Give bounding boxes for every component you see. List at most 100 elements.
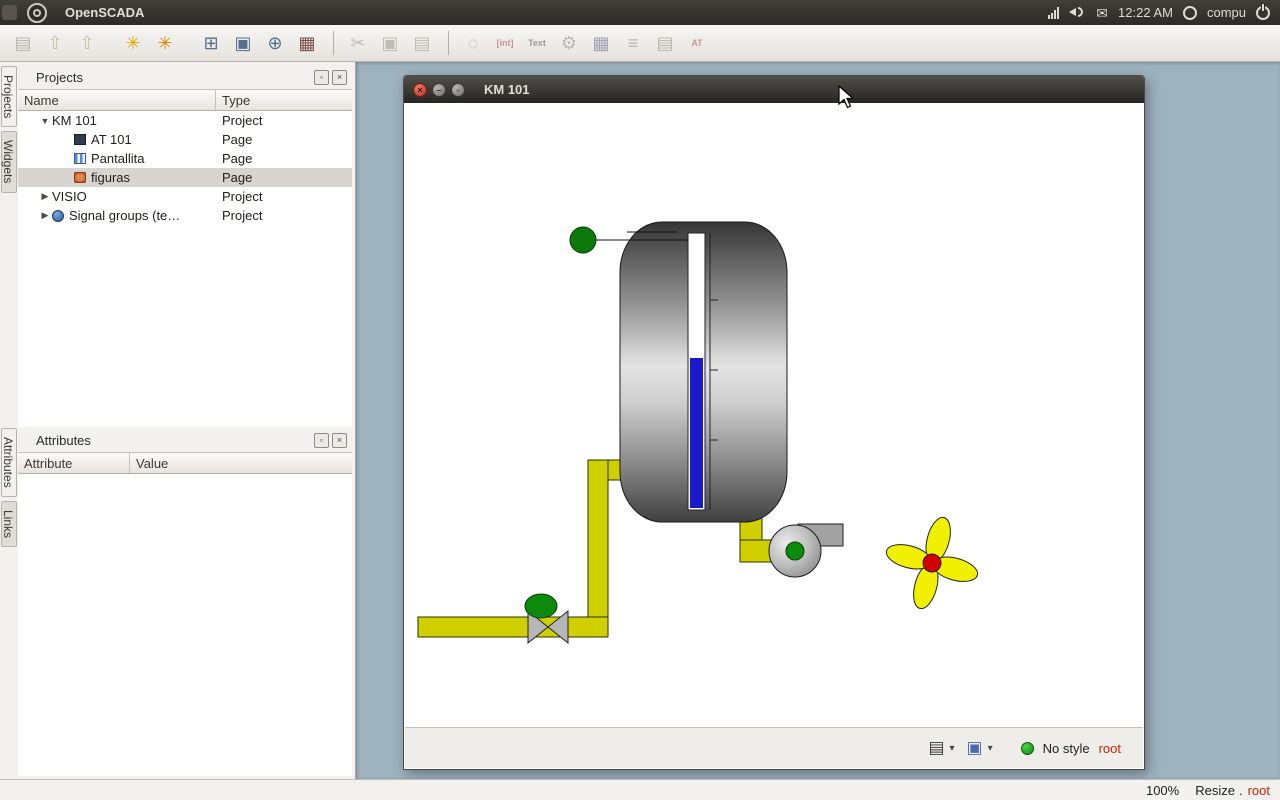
dock-area: Projects Widgets Attributes Links Projects…	[0, 62, 356, 779]
tree-row[interactable]: AT 101 Page	[18, 130, 352, 149]
zoom-level: 100%	[1146, 783, 1179, 798]
attributes-panel-title: Attributes	[36, 433, 311, 448]
paste-button[interactable]: ▤	[407, 29, 437, 57]
tree-row[interactable]: PantallitaPage	[18, 149, 352, 168]
toolbar-separator	[333, 31, 334, 55]
child-window[interactable]: × – ▫ KM 101	[403, 75, 1145, 770]
float-panel-button[interactable]: ▫	[314, 70, 329, 85]
mail-icon[interactable]: ✉	[1096, 6, 1108, 20]
expander-closed-icon[interactable]: ▶	[38, 191, 52, 202]
logo-ring	[33, 9, 41, 17]
dock-tabs-bottom: Attributes Links	[1, 428, 17, 551]
at-values-widget-button[interactable]: AT	[682, 29, 712, 57]
copy-button[interactable]: ▣	[375, 29, 405, 57]
form-element-button[interactable]: [int]	[490, 29, 520, 57]
float-panel-button[interactable]: ▫	[314, 433, 329, 448]
print-dropdown-caret[interactable]: ▾	[950, 743, 955, 754]
attributes-table-header: Attribute Value	[18, 452, 352, 474]
tree-item-type: Page	[216, 151, 252, 166]
close-panel-button[interactable]: ×	[332, 70, 347, 85]
dock-tab-projects[interactable]: Projects	[1, 66, 17, 127]
topbar-left: OpenSCADA	[0, 0, 144, 25]
fan[interactable]	[874, 505, 989, 620]
scada-canvas[interactable]	[405, 103, 1143, 727]
fan-hub	[923, 554, 941, 572]
attributes-table-body	[18, 474, 352, 776]
diagram-widget-button[interactable]: ▦	[586, 29, 616, 57]
run-project-button[interactable]: ✳	[150, 29, 180, 57]
projects-table-header: Name Type	[18, 89, 352, 111]
style-dropdown-caret[interactable]: ▾	[988, 743, 993, 754]
expander-open-icon[interactable]: ▼	[38, 116, 52, 126]
print-button[interactable]: ▤	[8, 29, 38, 57]
toolbar-icons: ▤⇧⇧✳✳⊞▣⊕▦✂▣▤◌[int]Text⚙▦≡▤AT	[0, 25, 1280, 61]
tree-item-label: AT 101	[91, 132, 132, 147]
tree-row[interactable]: ▶VISIO Project	[18, 187, 352, 206]
tree-row[interactable]: figurasPage	[18, 168, 352, 187]
network-signal-icon[interactable]	[1048, 7, 1059, 19]
tree-item-label: figuras	[91, 170, 130, 185]
grid-toggle-button[interactable]: ▦	[292, 29, 322, 57]
window-maximize-button[interactable]: ▫	[451, 83, 465, 97]
save-to-db-button[interactable]: ⇧	[72, 29, 102, 57]
topbar-indicators: ✉ 12:22 AM compu	[1048, 5, 1280, 20]
volume-icon[interactable]	[1069, 6, 1086, 19]
power-icon[interactable]	[1256, 6, 1270, 20]
signal-icon	[52, 210, 64, 222]
window-titlebar[interactable]: × – ▫ KM 101	[404, 76, 1144, 103]
zoom-window-button[interactable]: ⊕	[260, 29, 290, 57]
print-button[interactable]: ▤	[928, 738, 944, 758]
tree-item-type: Page	[216, 132, 252, 147]
function-widget-button[interactable]: ⚙	[554, 29, 584, 57]
projects-tree: ▼KM 101ProjectAT 101PagePantallitaPagefi…	[18, 111, 352, 427]
window-minimize-button[interactable]: –	[432, 83, 446, 97]
distro-logo-icon[interactable]	[27, 3, 47, 23]
projects-panel-title: Projects	[36, 70, 311, 85]
clock[interactable]: 12:22 AM	[1118, 5, 1173, 20]
window-user-label[interactable]: root	[1099, 741, 1121, 756]
username[interactable]: compu	[1207, 5, 1246, 20]
dock-tab-links[interactable]: Links	[1, 501, 17, 547]
pantallita-icon	[74, 153, 86, 164]
toolbar-separator	[448, 31, 449, 55]
sensor-state-indicator	[570, 227, 596, 253]
tree-item-label: VISIO	[52, 189, 87, 204]
column-header-name[interactable]: Name	[18, 90, 216, 110]
dock-tab-widgets[interactable]: Widgets	[1, 131, 17, 192]
projects-panel-header: Projects ▫ ×	[18, 65, 352, 89]
column-header-type[interactable]: Type	[216, 90, 352, 110]
dock-tab-attributes[interactable]: Attributes	[1, 428, 17, 497]
statusbar-user[interactable]: root	[1248, 783, 1270, 798]
column-header-value[interactable]: Value	[130, 453, 352, 473]
system-top-panel: OpenSCADA ✉ 12:22 AM compu	[0, 0, 1280, 25]
app-window-icon[interactable]	[2, 5, 17, 20]
cut-button[interactable]: ✂	[343, 29, 373, 57]
load-from-db-button[interactable]: ⇧	[40, 29, 70, 57]
column-header-attribute[interactable]: Attribute	[18, 453, 130, 473]
close-panel-button[interactable]: ×	[332, 433, 347, 448]
valve-state-indicator	[525, 594, 557, 618]
window-close-button[interactable]: ×	[413, 83, 427, 97]
new-window-button[interactable]: ⊞	[196, 29, 226, 57]
pump[interactable]	[769, 524, 843, 577]
tree-item-type: Project	[216, 189, 262, 204]
session-icon[interactable]	[1183, 6, 1197, 20]
window-title: KM 101	[484, 82, 530, 97]
mouse-cursor	[838, 85, 860, 111]
document-widget-button[interactable]: ▤	[650, 29, 680, 57]
style-button[interactable]: ▣	[967, 738, 983, 758]
tree-item-label: KM 101	[52, 113, 97, 128]
pump-state-indicator	[786, 542, 804, 560]
protocol-widget-button[interactable]: ≡	[618, 29, 648, 57]
elementary-figure-button[interactable]: ◌	[458, 29, 488, 57]
cascade-windows-button[interactable]: ▣	[228, 29, 258, 57]
dock-tabs-top: Projects Widgets	[1, 66, 17, 197]
scada-drawing	[405, 103, 1143, 727]
attributes-panel-header: Attributes ▫ ×	[18, 428, 352, 452]
tree-row[interactable]: ▼KM 101Project	[18, 111, 352, 130]
tree-row[interactable]: ▶Signal groups (te…Project	[18, 206, 352, 225]
expander-closed-icon[interactable]: ▶	[38, 210, 52, 221]
desktop: OpenSCADA ✉ 12:22 AM compu ▤⇧⇧✳✳⊞▣⊕▦✂▣▤◌…	[0, 0, 1280, 800]
text-widget-button[interactable]: Text	[522, 29, 552, 57]
run-widget-button[interactable]: ✳	[118, 29, 148, 57]
